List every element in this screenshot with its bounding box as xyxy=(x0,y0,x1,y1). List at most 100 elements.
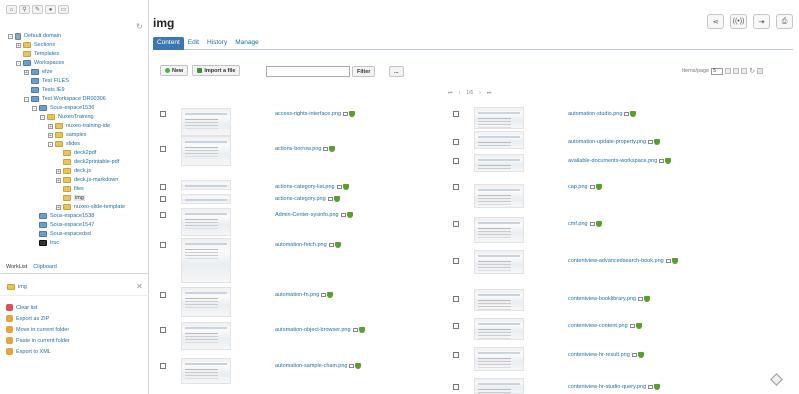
document-thumbnail[interactable] xyxy=(474,289,524,311)
tag-icon[interactable]: ✎ xyxy=(32,5,43,14)
tree-node[interactable]: Sous-espace1547 xyxy=(32,221,94,229)
document-thumbnail[interactable] xyxy=(181,322,231,350)
tree-node[interactable]: - Sous-espace1536 xyxy=(32,104,94,112)
download-icon[interactable] xyxy=(346,212,353,218)
document-link[interactable]: actions-borrow.png xyxy=(275,146,321,152)
tab-clipboard[interactable]: Clipboard xyxy=(33,264,57,270)
thumbnail-view-icon[interactable] xyxy=(733,68,740,74)
download-icon[interactable] xyxy=(342,184,349,190)
download-icon[interactable] xyxy=(654,139,661,145)
select-checkbox[interactable] xyxy=(160,363,166,369)
search-icon[interactable]: ⚲ xyxy=(19,5,30,14)
tab-content[interactable]: Content xyxy=(153,37,184,50)
external-link-icon[interactable] xyxy=(321,293,327,297)
worklist-action[interactable]: Export as ZIP xyxy=(6,313,70,324)
download-icon[interactable] xyxy=(349,111,356,117)
download-icon[interactable] xyxy=(333,196,340,202)
select-checkbox[interactable] xyxy=(453,323,459,329)
tab-manage[interactable]: Manage xyxy=(231,37,263,50)
share-icon[interactable]: ⋖ xyxy=(707,14,724,29)
download-icon[interactable] xyxy=(635,323,642,329)
document-link[interactable]: cmf.png xyxy=(568,221,588,227)
document-thumbnail[interactable] xyxy=(181,108,231,136)
select-checkbox[interactable] xyxy=(453,221,459,227)
tree-node[interactable]: Templates xyxy=(16,50,59,58)
document-link[interactable]: automation-object-browser.png xyxy=(275,327,351,333)
download-icon[interactable] xyxy=(630,111,637,117)
document-link[interactable]: contentview-advancedsearch-book.png xyxy=(568,258,664,264)
add-to-worklist-icon[interactable]: ⇥ xyxy=(753,14,770,29)
worklist-action[interactable]: Move in current folder xyxy=(6,324,70,335)
tree-node[interactable]: + efze xyxy=(24,68,52,76)
tree-node[interactable]: - Default domain xyxy=(8,32,61,40)
document-thumbnail[interactable] xyxy=(474,184,524,208)
tree-node[interactable]: + nuxeo-training-ide xyxy=(48,122,110,130)
scroll-top-icon[interactable] xyxy=(770,373,783,386)
import-file-button[interactable]: Import a file xyxy=(192,65,241,76)
external-link-icon[interactable] xyxy=(631,353,637,357)
tree-node[interactable]: Sous-espacedsd xyxy=(32,230,91,238)
download-icon[interactable] xyxy=(637,352,644,358)
external-link-icon[interactable] xyxy=(352,328,358,332)
tree-node[interactable]: Sous-espace1538 xyxy=(32,212,94,220)
select-checkbox[interactable] xyxy=(160,196,166,202)
document-link[interactable]: contentview-content.png xyxy=(568,323,628,329)
document-link[interactable]: contentview-hr-studio-query.png xyxy=(568,384,646,390)
collapse-icon[interactable]: - xyxy=(32,105,37,111)
refresh-icon[interactable]: ↻ xyxy=(749,67,755,75)
tree-node[interactable]: files xyxy=(56,185,84,193)
external-link-icon[interactable] xyxy=(589,185,595,189)
select-checkbox[interactable] xyxy=(160,212,166,218)
expand-icon[interactable]: + xyxy=(48,123,53,129)
external-link-icon[interactable] xyxy=(659,159,665,163)
collapse-icon[interactable]: - xyxy=(24,96,29,102)
select-checkbox[interactable] xyxy=(453,139,459,145)
document-link[interactable]: automation-fetch.png xyxy=(275,242,327,248)
new-button[interactable]: New xyxy=(160,65,189,76)
external-link-icon[interactable] xyxy=(624,112,630,116)
select-checkbox[interactable] xyxy=(453,352,459,358)
items-per-page-select[interactable]: 5 xyxy=(711,67,724,75)
tree-node[interactable]: Tests IE9 xyxy=(24,86,65,94)
filter-button[interactable]: Filter xyxy=(352,66,376,77)
worklist-action[interactable]: Export to XML xyxy=(6,346,70,357)
worklist-item[interactable]: img xyxy=(7,284,27,290)
document-thumbnail[interactable] xyxy=(181,238,231,283)
document-link[interactable]: automation-studio.png xyxy=(568,111,622,117)
collapse-icon[interactable]: - xyxy=(8,33,13,39)
document-link[interactable]: access-rights-interface.png xyxy=(275,111,341,117)
select-checkbox[interactable] xyxy=(160,242,166,248)
expand-icon[interactable]: + xyxy=(48,132,53,138)
tree-node[interactable]: img xyxy=(56,194,85,202)
tab-edit[interactable]: Edit xyxy=(184,37,203,50)
worklist-action[interactable]: Paste in current folder xyxy=(6,335,70,346)
refresh-icon[interactable]: ↻ xyxy=(136,22,143,31)
list-view-icon[interactable] xyxy=(725,68,732,74)
tree-node[interactable]: + samples xyxy=(48,131,86,139)
download-icon[interactable] xyxy=(358,327,365,333)
tree-node[interactable]: + Sections xyxy=(16,41,55,49)
document-link[interactable]: cap.png xyxy=(568,184,588,190)
external-link-icon[interactable] xyxy=(323,147,329,151)
tree-node[interactable]: + nuxeo-slide-template xyxy=(56,203,125,211)
document-link[interactable]: actions-category.png xyxy=(275,196,326,202)
document-thumbnail[interactable] xyxy=(474,250,524,274)
tree-node[interactable]: deck2pdf xyxy=(56,149,96,157)
external-link-icon[interactable] xyxy=(336,185,342,189)
tree-node[interactable]: + deck.js xyxy=(56,167,91,175)
external-link-icon[interactable] xyxy=(648,140,654,144)
subscribe-icon[interactable]: ((•)) xyxy=(730,14,747,29)
external-link-icon[interactable] xyxy=(343,112,349,116)
document-thumbnail[interactable] xyxy=(181,194,231,204)
external-link-icon[interactable] xyxy=(648,385,654,389)
download-icon[interactable] xyxy=(654,384,661,390)
select-checkbox[interactable] xyxy=(453,184,459,190)
document-link[interactable]: Admin-Center-sysinfo.png xyxy=(275,212,339,218)
external-link-icon[interactable] xyxy=(327,197,333,201)
document-thumbnail[interactable] xyxy=(181,287,231,317)
download-icon[interactable] xyxy=(334,242,341,248)
worklist-action[interactable]: Clear list xyxy=(6,302,70,313)
external-link-icon[interactable] xyxy=(665,259,671,263)
download-icon[interactable] xyxy=(327,292,334,298)
tree-node[interactable]: deck2printable-pdf xyxy=(56,158,119,166)
